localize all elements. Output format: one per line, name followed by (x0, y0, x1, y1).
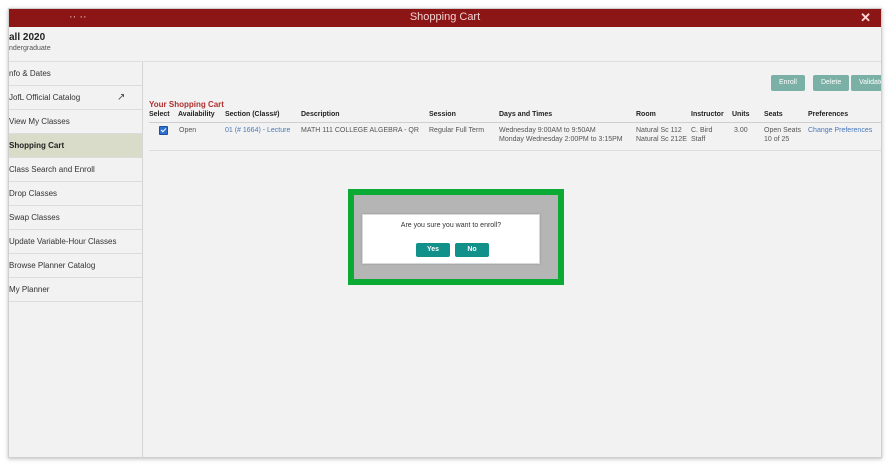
room-line: Natural Sc 212E (636, 136, 687, 143)
external-link-icon: ↗ (117, 92, 126, 103)
sidebar-item-my-planner[interactable]: My Planner (9, 278, 142, 302)
column-header: Description (301, 111, 340, 118)
dialog-message: Are you sure you want to enroll? (400, 222, 502, 229)
change-preferences-link[interactable]: Change Preferences (808, 126, 872, 135)
close-icon[interactable]: ✕ (860, 10, 871, 26)
sidebar-item-drop-classes[interactable]: Drop Classes (9, 182, 142, 206)
instructor-cell: C. Bird Staff (691, 126, 712, 144)
section-link[interactable]: 01 (# 1664) - Lecture (225, 126, 290, 135)
sidebar-item-label: Shopping Cart (9, 141, 65, 150)
days-times-line: Monday Wednesday 2:00PM to 3:15PM (499, 136, 623, 143)
sidebar: nfo & Dates JofL Official Catalog ↗ View … (9, 62, 143, 457)
sidebar-item-planner-catalog[interactable]: Browse Planner Catalog (9, 254, 142, 278)
days-times-cell: Wednesday 9:00AM to 9:50AM Monday Wednes… (499, 126, 623, 144)
confirm-dialog: Are you sure you want to enroll? Yes No (362, 214, 540, 264)
sidebar-item-label: Update Variable-Hour Classes (9, 237, 117, 246)
availability-cell: Open (179, 127, 197, 134)
yes-button[interactable]: Yes (416, 243, 450, 257)
term-header: all 2020 ndergraduate (9, 27, 881, 62)
enroll-button[interactable]: Enroll (771, 75, 805, 91)
column-header: Select (149, 111, 170, 118)
session-cell: Regular Full Term (429, 127, 485, 134)
column-header: Room (636, 111, 656, 118)
sidebar-item-label: View My Classes (9, 117, 70, 126)
header-divider (149, 122, 881, 123)
title-bar: ·· ·· Shopping Cart ✕ (9, 9, 881, 27)
seats-line: Open Seats (764, 127, 801, 134)
description-cell: MATH 111 COLLEGE ALGEBRA - QR (301, 127, 419, 134)
validate-button[interactable]: Validate (851, 75, 881, 91)
sidebar-item-label: Swap Classes (9, 213, 60, 222)
seats-cell: Open Seats 10 of 25 (764, 126, 801, 144)
sidebar-item-label: My Planner (9, 285, 50, 294)
column-header: Seats (764, 111, 783, 118)
sidebar-item-official-catalog[interactable]: JofL Official Catalog ↗ (9, 86, 142, 110)
sidebar-item-info-dates[interactable]: nfo & Dates (9, 62, 142, 86)
sidebar-item-class-search[interactable]: Class Search and Enroll (9, 158, 142, 182)
sidebar-item-variable-hour[interactable]: Update Variable-Hour Classes (9, 230, 142, 254)
instructor-line: C. Bird (691, 127, 713, 134)
sidebar-item-label: Drop Classes (9, 189, 58, 198)
term-name: all 2020 (9, 32, 46, 43)
column-header: Units (732, 111, 750, 118)
sidebar-item-label: JofL Official Catalog (9, 93, 81, 102)
column-header: Section (Class#) (225, 111, 280, 118)
column-header: Days and Times (499, 111, 553, 118)
select-checkbox[interactable] (159, 126, 168, 135)
seats-line: 10 of 25 (764, 136, 790, 143)
sidebar-item-swap-classes[interactable]: Swap Classes (9, 206, 142, 230)
sidebar-item-shopping-cart[interactable]: Shopping Cart (9, 134, 142, 158)
delete-button[interactable]: Delete (813, 75, 850, 91)
sidebar-item-label: nfo & Dates (9, 69, 51, 78)
instructor-line: Staff (691, 136, 706, 143)
row-divider (149, 150, 881, 151)
units-cell: 3.00 (734, 127, 748, 134)
column-header: Availability (178, 111, 215, 118)
term-career: ndergraduate (9, 45, 51, 52)
sidebar-item-label: Class Search and Enroll (9, 165, 95, 174)
sidebar-item-view-my-classes[interactable]: View My Classes (9, 110, 142, 134)
column-header: Preferences (808, 111, 849, 118)
days-times-line: Wednesday 9:00AM to 9:50AM (499, 127, 596, 134)
room-cell: Natural Sc 112 Natural Sc 212E (636, 126, 687, 144)
window-title: Shopping Cart (409, 11, 481, 23)
column-header: Session (429, 111, 456, 118)
room-line: Natural Sc 112 (636, 127, 682, 134)
column-header: Instructor (691, 111, 724, 118)
no-button[interactable]: No (455, 243, 489, 257)
sidebar-item-label: Browse Planner Catalog (9, 261, 96, 270)
cart-title: Your Shopping Cart (149, 100, 224, 109)
